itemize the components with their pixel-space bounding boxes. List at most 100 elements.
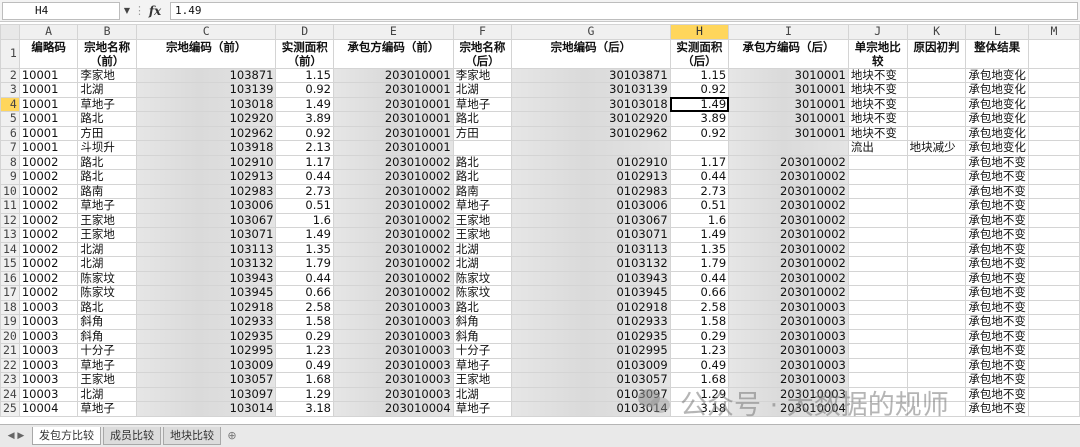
cell[interactable]: 10003: [18, 386, 79, 402]
cell[interactable]: 0102910: [511, 154, 671, 170]
cell[interactable]: 北湖: [452, 386, 513, 402]
column-header[interactable]: B: [77, 24, 137, 40]
cell[interactable]: 1.23: [669, 343, 730, 359]
cell[interactable]: 草地子: [77, 198, 137, 214]
cell[interactable]: 3010001: [728, 82, 849, 98]
cell[interactable]: 承包地变化: [965, 125, 1029, 141]
cell[interactable]: [906, 125, 967, 141]
cell[interactable]: 103943: [135, 270, 277, 286]
row-header[interactable]: 11: [0, 198, 20, 214]
cell[interactable]: 草地子: [452, 198, 513, 214]
header-cell[interactable]: 整体结果: [965, 38, 1029, 69]
cell[interactable]: 10002: [18, 270, 79, 286]
cell[interactable]: 0103014: [511, 401, 671, 417]
cell[interactable]: 0.66: [275, 285, 334, 301]
select-all-corner[interactable]: [0, 24, 20, 40]
cell[interactable]: 102962: [135, 125, 277, 141]
cell[interactable]: 1.17: [275, 154, 334, 170]
cell[interactable]: 0.44: [669, 270, 730, 286]
sheet-tab-2[interactable]: 地块比较: [163, 427, 221, 445]
cell[interactable]: 103067: [135, 212, 277, 228]
cell[interactable]: [906, 169, 967, 185]
cell[interactable]: 10002: [18, 183, 79, 199]
cell[interactable]: 1.49: [275, 227, 334, 243]
cell[interactable]: 10003: [18, 357, 79, 373]
header-cell[interactable]: 单宗地比较: [847, 38, 908, 69]
cell[interactable]: 地块不变: [847, 111, 908, 127]
header-cell[interactable]: [1027, 38, 1080, 69]
cell[interactable]: 103057: [135, 372, 277, 388]
row-header[interactable]: 10: [0, 183, 20, 199]
cell[interactable]: [847, 328, 908, 344]
new-sheet-icon[interactable]: ⊕: [223, 428, 241, 444]
cell[interactable]: [1027, 169, 1080, 185]
cell[interactable]: [847, 401, 908, 417]
header-cell[interactable]: 实测面积（前）: [275, 38, 334, 69]
cell[interactable]: 1.49: [275, 96, 334, 112]
cell[interactable]: [906, 67, 967, 83]
cell[interactable]: 1.49: [669, 227, 730, 243]
cell[interactable]: 203010002: [728, 227, 849, 243]
cell[interactable]: 0.92: [669, 82, 730, 98]
cell[interactable]: [847, 314, 908, 330]
cell[interactable]: 203010003: [728, 372, 849, 388]
cell[interactable]: 0103057: [511, 372, 671, 388]
cell[interactable]: [1027, 96, 1080, 112]
cell[interactable]: 10004: [18, 401, 79, 417]
cell[interactable]: 路北: [77, 154, 137, 170]
cell[interactable]: 102913: [135, 169, 277, 185]
cell[interactable]: 203010001: [333, 67, 454, 83]
cell[interactable]: 203010002: [728, 183, 849, 199]
cell[interactable]: [1027, 314, 1080, 330]
cell[interactable]: 203010002: [333, 256, 454, 272]
cell[interactable]: 10003: [18, 299, 79, 315]
header-cell[interactable]: 承包方编码（前）: [333, 38, 454, 69]
cell[interactable]: [1027, 154, 1080, 170]
cell[interactable]: 0102983: [511, 183, 671, 199]
cell[interactable]: 地块不变: [847, 96, 908, 112]
cell[interactable]: 草地子: [77, 357, 137, 373]
cell[interactable]: [1027, 285, 1080, 301]
cell[interactable]: 0.92: [669, 125, 730, 141]
cell[interactable]: 王家地: [77, 212, 137, 228]
cell[interactable]: [906, 183, 967, 199]
column-header[interactable]: H: [669, 24, 730, 40]
cell[interactable]: 承包地不变: [965, 198, 1029, 214]
row-header[interactable]: 23: [0, 372, 20, 388]
cell[interactable]: [511, 140, 671, 156]
cell[interactable]: 承包地不变: [965, 328, 1029, 344]
cell[interactable]: [906, 154, 967, 170]
cell[interactable]: 3010001: [728, 125, 849, 141]
cell[interactable]: 102920: [135, 111, 277, 127]
cell[interactable]: 承包地变化: [965, 111, 1029, 127]
cell[interactable]: 203010002: [728, 154, 849, 170]
row-header[interactable]: 6: [0, 125, 20, 141]
cell[interactable]: 203010002: [728, 241, 849, 257]
cell[interactable]: 203010002: [728, 285, 849, 301]
cell[interactable]: 203010002: [333, 154, 454, 170]
cell[interactable]: 203010002: [333, 241, 454, 257]
cell[interactable]: 203010002: [333, 227, 454, 243]
cell[interactable]: [906, 343, 967, 359]
cell[interactable]: [906, 299, 967, 315]
cell[interactable]: 0.44: [669, 169, 730, 185]
column-header[interactable]: K: [906, 24, 967, 40]
cell[interactable]: [1027, 256, 1080, 272]
cell[interactable]: [906, 372, 967, 388]
cell[interactable]: 203010002: [728, 270, 849, 286]
row-header[interactable]: 17: [0, 285, 20, 301]
cell[interactable]: 10001: [18, 111, 79, 127]
cell[interactable]: 承包地变化: [965, 82, 1029, 98]
cell[interactable]: 203010004: [728, 401, 849, 417]
formula-input[interactable]: 1.49: [170, 1, 1078, 20]
cell[interactable]: 203010002: [728, 198, 849, 214]
cell[interactable]: 北湖: [77, 241, 137, 257]
cell[interactable]: [452, 140, 513, 156]
tab-scroll-arrows-icon[interactable]: ◀ ▶: [0, 425, 32, 447]
column-header[interactable]: L: [965, 24, 1029, 40]
cell[interactable]: 0.92: [275, 125, 334, 141]
cell[interactable]: [1027, 183, 1080, 199]
row-header[interactable]: 16: [0, 270, 20, 286]
cell[interactable]: [1027, 401, 1080, 417]
cell[interactable]: 草地子: [452, 96, 513, 112]
